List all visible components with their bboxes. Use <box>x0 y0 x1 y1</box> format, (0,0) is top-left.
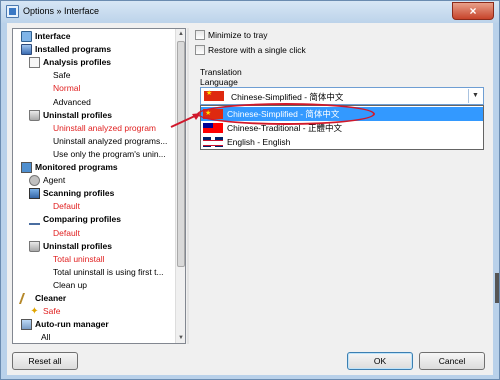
tree-item[interactable]: Interface <box>13 30 176 43</box>
window-title: Options » Interface <box>23 6 100 16</box>
close-button[interactable]: × <box>452 2 494 20</box>
language-select[interactable]: Chinese-Simplified - 简体中文 ▼ <box>200 87 484 105</box>
dialog-client: Interface Installed programs Analysis prof… <box>7 23 493 375</box>
checkbox-box[interactable] <box>195 45 205 55</box>
uk-flag-icon <box>203 137 223 147</box>
tree-item-label: Total uninstall <box>53 253 105 264</box>
tree-item-label: Installed programs <box>35 44 112 55</box>
agent-icon <box>29 175 40 187</box>
tree-item-label: Agent <box>43 175 66 186</box>
app-icon <box>6 5 19 18</box>
tree-item[interactable]: Uninstall analyzed program <box>13 122 176 135</box>
tree-item-label: Comparing profiles <box>43 214 121 225</box>
cancel-button[interactable]: Cancel <box>419 352 485 370</box>
tree-item-label: Scanning profiles <box>43 188 115 199</box>
tree-item[interactable]: Uninstall profiles <box>13 240 176 253</box>
autorun-icon <box>21 319 32 331</box>
tree-item-label: Default <box>53 227 80 238</box>
options-window: Options » Interface × Interface Installed… <box>0 0 500 380</box>
tree-item[interactable]: Auto-run manager <box>13 318 176 331</box>
tree-item-label: Interface <box>35 31 71 41</box>
sparkle-icon: ✦ <box>30 306 39 318</box>
tree-scrollbar[interactable]: ▲ ▼ <box>175 29 185 343</box>
restore-single-click-checkbox[interactable]: Restore with a single click <box>195 44 365 57</box>
highlight-ellipse-annotation <box>197 103 375 125</box>
tree-item-label: Clean up <box>53 279 88 290</box>
tree-item[interactable]: All <box>13 331 176 343</box>
ok-button[interactable]: OK <box>347 352 413 370</box>
trash-icon <box>29 109 40 121</box>
tree-item-label: Uninstall analyzed programs... <box>53 135 168 146</box>
monitor-icon <box>21 162 32 173</box>
tree-item[interactable]: ✦ Safe <box>13 305 176 318</box>
pane-splitter[interactable] <box>187 28 189 344</box>
box-icon <box>21 44 32 56</box>
tree-item-label: Normal <box>53 83 81 94</box>
tree-item-label: Uninstall profiles <box>43 240 112 251</box>
checkbox-label: Restore with a single click <box>208 45 306 55</box>
document-icon <box>29 57 40 69</box>
china-flag-icon <box>204 89 224 101</box>
scroll-down-arrow-icon[interactable]: ▼ <box>177 333 185 343</box>
tree-item-label: Default <box>53 201 80 212</box>
scroll-thumb[interactable] <box>177 41 185 267</box>
tree-item-label: Uninstall profiles <box>43 109 112 120</box>
tree-item-label: Monitored programs <box>35 162 118 172</box>
tree-item-label: Safe <box>43 306 61 317</box>
pointer-arrow-annotation <box>170 113 201 128</box>
tree-item[interactable]: Scanning profiles <box>13 187 176 200</box>
tree-item[interactable]: Clean up <box>13 279 176 292</box>
tree-item[interactable]: Uninstall profiles <box>13 109 176 122</box>
tree-item-label: All <box>41 332 51 343</box>
tree-item[interactable]: Monitored programs <box>13 161 176 174</box>
chevron-down-icon[interactable]: ▼ <box>468 89 482 103</box>
tree-item-label: Safe <box>53 70 71 81</box>
translation-group-title: Translation <box>200 67 242 77</box>
monitor-icon <box>21 31 32 42</box>
language-select-value: Chinese-Simplified - 简体中文 <box>231 92 344 102</box>
tree-item[interactable]: Analysis profiles <box>13 56 176 69</box>
minimize-to-tray-checkbox[interactable]: Minimize to tray <box>195 29 365 42</box>
scan-icon <box>29 188 40 200</box>
tree-item[interactable]: Agent <box>13 174 176 187</box>
scale-icon <box>29 214 40 226</box>
checkbox-label: Minimize to tray <box>208 30 268 40</box>
scroll-up-arrow-icon[interactable]: ▲ <box>177 29 185 39</box>
tree-item-label: Cleaner <box>35 293 67 303</box>
tree-item-label: Analysis profiles <box>43 57 112 68</box>
reset-all-button[interactable]: Reset all <box>12 352 78 370</box>
tree-item-label: Auto-run manager <box>35 319 109 330</box>
language-option[interactable]: English - English <box>201 135 483 149</box>
language-label: Language <box>200 77 238 87</box>
options-tree: Interface Installed programs Analysis prof… <box>12 28 186 344</box>
tree-item[interactable]: Total uninstall <box>13 253 176 266</box>
language-option-label: English - English <box>227 137 291 147</box>
tree-item[interactable]: Safe <box>13 69 176 82</box>
tree-item[interactable]: Comparing profiles <box>13 213 176 226</box>
tree-item[interactable]: Cleaner <box>13 292 176 305</box>
tree-item[interactable]: Total uninstall is using first t... <box>13 266 176 279</box>
tree-item[interactable]: Uninstall analyzed programs... <box>13 135 176 148</box>
tree-item-label: Uninstall analyzed program <box>53 122 156 133</box>
checkbox-box[interactable] <box>195 30 205 40</box>
trash-icon <box>29 240 40 252</box>
title-bar[interactable]: Options » Interface × <box>1 1 499 23</box>
tree-item[interactable]: Use only the program's unin... <box>13 148 176 161</box>
taiwan-flag-icon <box>203 123 223 133</box>
tree-item-label: Use only the program's unin... <box>53 148 166 159</box>
tree-item[interactable]: Advanced <box>13 96 176 109</box>
tree-item-label: Advanced <box>53 96 91 107</box>
edge-tab <box>495 273 499 303</box>
tree-item[interactable]: Normal <box>13 82 176 95</box>
tree-item-label: Total uninstall is using first t... <box>53 266 164 277</box>
tree-item[interactable]: Installed programs <box>13 43 176 56</box>
tree-item[interactable]: Default <box>13 227 176 240</box>
tree-item[interactable]: Default <box>13 200 176 213</box>
broom-icon <box>18 293 35 304</box>
